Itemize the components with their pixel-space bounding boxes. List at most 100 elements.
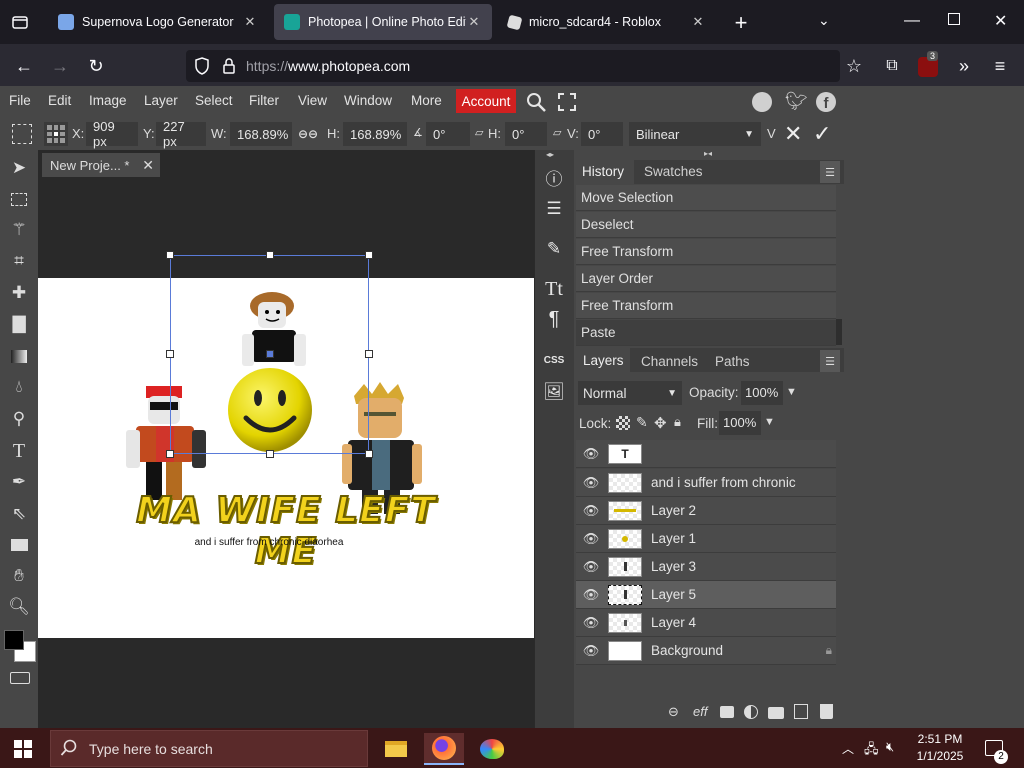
- zoom-tool-icon[interactable]: 🔍︎: [8, 596, 30, 618]
- shield-icon[interactable]: [194, 57, 210, 75]
- transform-handle-mr[interactable]: [365, 350, 373, 358]
- network-icon[interactable]: 🖧︎: [864, 740, 879, 762]
- transform-handle-tc[interactable]: [266, 251, 274, 259]
- menu-edit[interactable]: Edit: [48, 93, 71, 108]
- layer-row[interactable]: 👁︎ Layer 3: [576, 553, 836, 581]
- search-icon[interactable]: [525, 91, 547, 113]
- shape-tool-icon[interactable]: [8, 534, 30, 556]
- visibility-eye-icon[interactable]: 👁︎: [576, 559, 606, 575]
- paint-app-icon[interactable]: [472, 733, 512, 765]
- adjustments-icon[interactable]: ☰: [543, 198, 565, 220]
- windows-start-icon[interactable]: [14, 740, 32, 758]
- fullscreen-icon[interactable]: [557, 92, 577, 112]
- x-input[interactable]: 909 px: [86, 119, 138, 149]
- opacity-dropdown-icon[interactable]: ▼: [786, 386, 797, 398]
- foreground-color-swatch[interactable]: [4, 630, 24, 650]
- menu-view[interactable]: View: [298, 93, 327, 108]
- close-tab-icon[interactable]: ✕: [242, 14, 258, 30]
- restore-window-icon[interactable]: [948, 13, 960, 25]
- collapse-arrows-icon[interactable]: ◂▸: [546, 150, 554, 159]
- file-explorer-icon[interactable]: [376, 733, 416, 765]
- tab-overflow-chevron-icon[interactable]: ⌄: [818, 12, 830, 29]
- layer-effects-icon[interactable]: eff: [693, 704, 707, 719]
- type-tool-icon[interactable]: T: [8, 440, 30, 462]
- layer-row[interactable]: 👁︎ T: [576, 440, 836, 468]
- layer-row[interactable]: 👁︎ Layer 2: [576, 497, 836, 525]
- height-input[interactable]: 168.89%: [343, 122, 407, 146]
- history-item[interactable]: Move Selection: [576, 185, 836, 211]
- history-item[interactable]: Layer Order: [576, 266, 836, 292]
- image-icon[interactable]: 🖼︎: [543, 381, 565, 403]
- lock-icon[interactable]: [222, 57, 236, 75]
- forward-icon[interactable]: →: [46, 52, 74, 80]
- paragraph-icon[interactable]: ¶: [543, 308, 565, 330]
- tab-swatches[interactable]: Swatches: [644, 164, 703, 179]
- menu-filter[interactable]: Filter: [249, 93, 279, 108]
- hamburger-menu-icon[interactable]: ≡: [986, 52, 1014, 80]
- crop-tool-icon[interactable]: ⌗: [8, 250, 30, 272]
- y-input[interactable]: 227 px: [156, 119, 206, 149]
- layer-row[interactable]: 👁︎ Layer 1: [576, 525, 836, 553]
- move-tool-icon[interactable]: ➤: [8, 157, 30, 179]
- character-icon[interactable]: Tt: [543, 278, 565, 300]
- lock-image-pixels-icon[interactable]: ✎: [636, 414, 648, 431]
- tab-list-icon[interactable]: [10, 12, 30, 32]
- volume-muted-icon[interactable]: 🔇︎: [886, 739, 894, 755]
- angle-input[interactable]: 0°: [426, 122, 470, 146]
- transform-bounding-box[interactable]: [166, 251, 373, 458]
- tab-paths[interactable]: Paths: [715, 354, 750, 369]
- history-item[interactable]: Deselect: [576, 212, 836, 238]
- history-item[interactable]: Free Transform: [576, 293, 836, 319]
- pen-tool-icon[interactable]: ✒: [8, 471, 30, 493]
- expand-arrows-icon[interactable]: ▸◂: [704, 149, 712, 158]
- close-document-icon[interactable]: ✕: [142, 157, 154, 174]
- reload-icon[interactable]: ↻: [82, 52, 110, 80]
- tab-history[interactable]: History: [576, 160, 634, 184]
- keyboard-icon[interactable]: [10, 672, 30, 684]
- transform-handle-center[interactable]: [266, 350, 274, 358]
- document-tab[interactable]: New Proje... * ✕: [42, 153, 160, 177]
- width-input[interactable]: 168.89%: [230, 122, 292, 146]
- stamp-tool-icon[interactable]: ▇: [8, 313, 30, 335]
- fill-input[interactable]: 100%: [719, 411, 761, 435]
- twitter-icon[interactable]: 🐦︎: [785, 91, 808, 112]
- link-proportions-icon[interactable]: ⊖⊖: [298, 127, 318, 141]
- menu-image[interactable]: Image: [89, 93, 127, 108]
- marquee-tool-icon[interactable]: [8, 188, 30, 210]
- extensions-icon[interactable]: ⧉: [878, 52, 906, 80]
- menu-file[interactable]: File: [9, 93, 31, 108]
- menu-more[interactable]: More: [411, 93, 442, 108]
- path-select-icon[interactable]: ⇖: [8, 503, 30, 525]
- adjustment-layer-icon[interactable]: [744, 705, 758, 719]
- show-hidden-icons-chevron-icon[interactable]: ︿: [842, 740, 854, 757]
- link-layers-icon[interactable]: ⊖: [668, 704, 679, 720]
- tab-roblox[interactable]: micro_sdcard4 - Roblox ✕: [498, 4, 716, 40]
- transform-handle-br[interactable]: [365, 450, 373, 458]
- menu-select[interactable]: Select: [195, 93, 233, 108]
- visibility-eye-icon[interactable]: 👁︎: [576, 475, 606, 491]
- fill-dropdown-icon[interactable]: ▼: [764, 416, 775, 428]
- new-layer-icon[interactable]: [794, 704, 808, 719]
- magic-wand-icon[interactable]: ⚚: [8, 219, 30, 241]
- tab-channels[interactable]: Channels: [641, 354, 698, 369]
- history-scrollbar[interactable]: [836, 319, 842, 345]
- transform-handle-bl[interactable]: [166, 450, 174, 458]
- layer-row[interactable]: 👁︎ Background 🔒︎: [576, 637, 836, 665]
- transform-tool-icon[interactable]: [12, 124, 32, 144]
- tab-photopea[interactable]: Photopea | Online Photo Editor ✕: [274, 4, 492, 40]
- visibility-eye-icon[interactable]: 👁︎: [576, 503, 606, 519]
- layers-panel-menu-icon[interactable]: ☰: [820, 350, 840, 372]
- visibility-eye-icon[interactable]: 👁︎: [576, 531, 606, 547]
- history-panel-menu-icon[interactable]: ☰: [820, 161, 840, 183]
- tab-supernova[interactable]: Supernova Logo Generator ✕: [48, 4, 268, 40]
- transform-handle-tl[interactable]: [166, 251, 174, 259]
- layer-row[interactable]: 👁︎ and i suffer from chronic: [576, 469, 836, 497]
- layer-row-selected[interactable]: 👁︎ Layer 5: [576, 581, 836, 609]
- facebook-icon[interactable]: f: [816, 92, 836, 112]
- account-button[interactable]: Account: [456, 89, 516, 113]
- history-item[interactable]: Free Transform: [576, 239, 836, 265]
- taskbar-search-box[interactable]: Type here to search: [50, 730, 368, 767]
- info-icon[interactable]: ⓘ: [543, 166, 565, 189]
- delete-layer-icon[interactable]: [820, 704, 833, 719]
- gradient-tool-icon[interactable]: [8, 345, 30, 367]
